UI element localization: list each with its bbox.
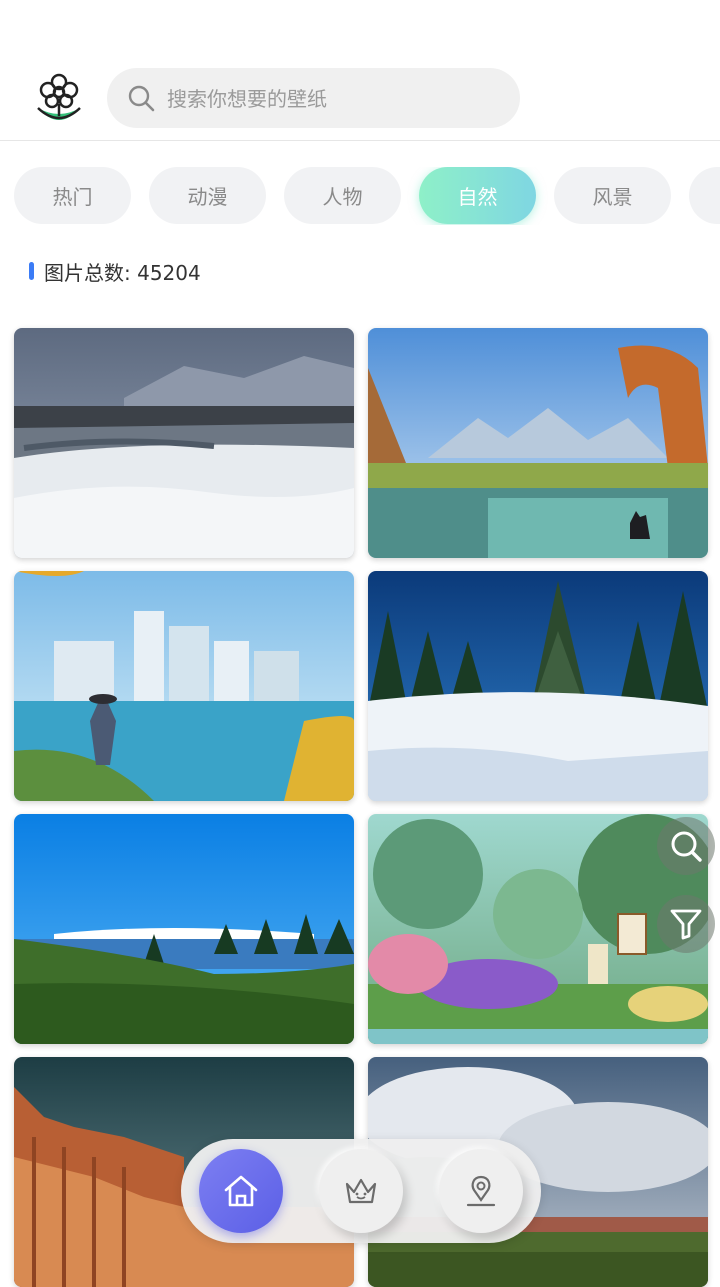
tab-anime[interactable]: 动漫	[149, 167, 266, 224]
tab-scenery[interactable]: 风景	[554, 167, 671, 224]
image-count: 图片总数: 45204	[29, 258, 201, 285]
search-icon	[128, 85, 155, 112]
search-bar[interactable]	[107, 68, 520, 128]
search-input[interactable]	[165, 78, 509, 120]
wallpaper-card[interactable]	[14, 328, 354, 558]
flower-logo-icon	[37, 73, 81, 120]
wallpaper-image	[368, 571, 708, 801]
nav-home-button[interactable]	[199, 1149, 283, 1233]
wallpaper-image	[14, 814, 354, 1044]
floating-filter-button[interactable]	[657, 895, 715, 953]
image-count-text: 图片总数: 45204	[44, 260, 201, 285]
category-tabs: 热门 动漫 人物 自然 风景	[14, 167, 720, 225]
tab-more[interactable]	[689, 167, 720, 224]
tab-hot[interactable]: 热门	[14, 167, 131, 224]
filter-icon	[670, 909, 702, 940]
wallpaper-image	[368, 328, 708, 558]
crown-icon	[345, 1178, 377, 1204]
count-accent-bar	[29, 262, 34, 280]
floating-search-button[interactable]	[657, 817, 715, 875]
tab-people[interactable]: 人物	[284, 167, 401, 224]
wallpaper-grid	[0, 328, 720, 1287]
nav-profile-button[interactable]	[439, 1149, 523, 1233]
nav-vip-button[interactable]	[319, 1149, 403, 1233]
wallpaper-image	[14, 328, 354, 558]
bottom-nav	[181, 1139, 541, 1243]
home-icon	[224, 1175, 258, 1207]
wallpaper-card[interactable]	[368, 328, 708, 558]
wallpaper-card[interactable]	[368, 571, 708, 801]
profile-icon	[466, 1175, 496, 1207]
wallpaper-card[interactable]	[14, 814, 354, 1044]
app-header	[0, 0, 720, 141]
wallpaper-card[interactable]	[14, 571, 354, 801]
search-icon	[671, 831, 702, 862]
wallpaper-image	[14, 571, 354, 801]
tab-nature[interactable]: 自然	[419, 167, 536, 224]
